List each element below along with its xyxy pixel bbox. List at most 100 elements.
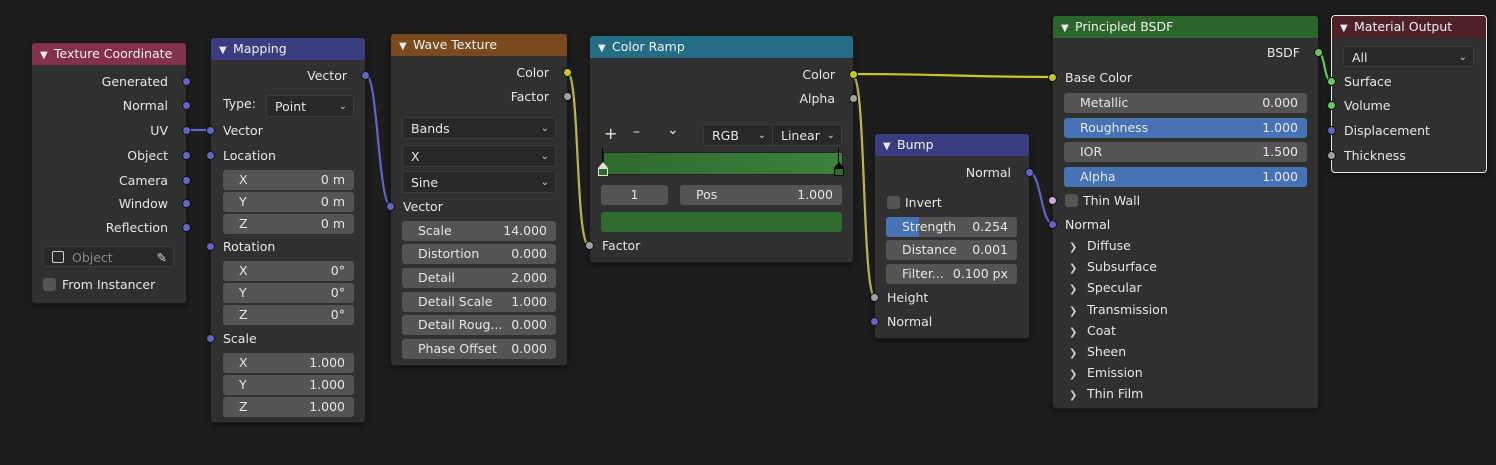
node-header[interactable]: ▼ Bump [875, 134, 1029, 156]
collapse-chevron-icon[interactable]: ▼ [1340, 18, 1354, 40]
collapse-chevron-icon[interactable]: ▼ [1061, 18, 1075, 40]
type-dropdown[interactable]: Point ⌄ [266, 95, 354, 117]
node-header[interactable]: ▼ Mapping [211, 38, 365, 60]
shader-socket-icon[interactable] [1314, 48, 1323, 57]
shader-socket-icon[interactable] [1327, 101, 1336, 110]
vector-socket-icon[interactable] [182, 101, 191, 110]
detail-roughness-field[interactable]: Detail Roug... 0.000 [402, 315, 556, 335]
ramp-menu-button[interactable]: ⌄ [667, 122, 679, 138]
distortion-field[interactable]: Distortion 0.000 [402, 244, 556, 264]
principled-bsdf-node[interactable]: ▼ Principled BSDF BSDF Base Color Metalli… [1048, 15, 1323, 409]
vector-socket-icon[interactable] [870, 317, 879, 326]
object-picker-field[interactable]: Object ✎ [43, 246, 174, 267]
mapping-node[interactable]: ▼ Mapping Vector Type: Point ⌄ Vector Loca… [206, 37, 370, 423]
texture-coordinate-node[interactable]: ▼ Texture Coordinate Generated Normal UV … [31, 42, 191, 304]
float-socket-icon[interactable] [849, 94, 858, 103]
panel-thin-film[interactable]: ❯ Thin Film [1069, 384, 1143, 404]
render-target-dropdown[interactable]: All ⌄ [1343, 46, 1474, 67]
float-socket-icon[interactable] [563, 92, 572, 101]
from-instancer-checkbox[interactable]: From Instancer [32, 275, 186, 295]
collapse-chevron-icon[interactable]: ▼ [598, 38, 612, 60]
panel-emission[interactable]: ❯ Emission [1069, 363, 1143, 383]
float-socket-icon[interactable] [870, 293, 879, 302]
panel-sheen[interactable]: ❯ Sheen [1069, 342, 1126, 362]
location-z-field[interactable]: Z 0 m [223, 214, 354, 234]
alpha-field[interactable]: Alpha 1.000 [1064, 167, 1307, 187]
stop-index-field[interactable]: 1 [601, 185, 668, 205]
stop-color-swatch[interactable] [601, 212, 842, 232]
detail-field[interactable]: Detail 2.000 [402, 268, 556, 288]
checkbox[interactable] [1065, 194, 1078, 207]
rotation-z-field[interactable]: Z 0° [223, 305, 354, 325]
wave-texture-node[interactable]: ▼ Wave Texture Color Factor Bands ⌄ X ⌄ Sin… [386, 33, 572, 366]
color-ramp-node[interactable]: ▼ Color Ramp Color Alpha + – ⌄ RGB ⌄ Linea… [585, 35, 858, 263]
vector-socket-icon[interactable] [206, 126, 215, 135]
vector-socket-icon[interactable] [182, 126, 191, 135]
vector-socket-icon[interactable] [206, 242, 215, 251]
vector-socket-icon[interactable] [1048, 220, 1057, 229]
interpolation-dropdown[interactable]: Linear ⌄ [772, 124, 842, 146]
vector-socket-icon[interactable] [182, 151, 191, 160]
vector-socket-icon[interactable] [1025, 168, 1034, 177]
stop-position-field[interactable]: Pos 1.000 [680, 185, 842, 205]
panel-transmission[interactable]: ❯ Transmission [1069, 300, 1168, 320]
scale-field[interactable]: Scale 14.000 [402, 221, 556, 241]
vector-socket-icon[interactable] [386, 202, 395, 211]
node-header[interactable]: ▼ Color Ramp [590, 36, 853, 58]
float-socket-icon[interactable] [585, 241, 594, 250]
checkbox[interactable] [887, 196, 900, 209]
ramp-stop-left[interactable] [598, 148, 608, 176]
node-header[interactable]: ▼ Wave Texture [391, 34, 567, 56]
invert-checkbox[interactable]: Invert [875, 193, 1029, 213]
scale-z-field[interactable]: Z 1.000 [223, 397, 354, 417]
panel-diffuse[interactable]: ❯ Diffuse [1069, 236, 1131, 256]
scale-y-field[interactable]: Y 1.000 [223, 375, 354, 395]
collapse-chevron-icon[interactable]: ▼ [883, 136, 897, 158]
color-mode-dropdown[interactable]: RGB ⌄ [703, 124, 773, 146]
phase-offset-field[interactable]: Phase Offset 0.000 [402, 339, 556, 359]
wave-type-dropdown[interactable]: Bands ⌄ [402, 117, 556, 139]
rotation-x-field[interactable]: X 0° [223, 261, 354, 281]
vector-socket-icon[interactable] [182, 77, 191, 86]
vector-socket-icon[interactable] [206, 334, 215, 343]
remove-stop-button[interactable]: – [633, 124, 640, 140]
distance-field[interactable]: Distance 0.001 [886, 240, 1017, 260]
roughness-field[interactable]: Roughness 1.000 [1064, 118, 1307, 138]
direction-dropdown[interactable]: X ⌄ [402, 145, 556, 167]
panel-subsurface[interactable]: ❯ Subsurface [1069, 257, 1157, 277]
detail-scale-field[interactable]: Detail Scale 1.000 [402, 292, 556, 312]
vector-socket-icon[interactable] [182, 223, 191, 232]
material-output-node[interactable]: ▼ Material Output All ⌄ Surface Volume Dis… [1327, 15, 1487, 173]
collapse-chevron-icon[interactable]: ▼ [219, 40, 233, 62]
filter-width-field[interactable]: Filter... 0.100 px [886, 264, 1017, 284]
eyedropper-icon[interactable]: ✎ [157, 247, 167, 268]
strength-field[interactable]: Strength 0.254 [886, 217, 1017, 237]
vector-socket-icon[interactable] [1327, 126, 1336, 135]
node-header[interactable]: ▼ Principled BSDF [1053, 16, 1318, 38]
vector-socket-icon[interactable] [206, 151, 215, 160]
panel-coat[interactable]: ❯ Coat [1069, 321, 1116, 341]
add-stop-button[interactable]: + [604, 124, 617, 143]
metallic-field[interactable]: Metallic 0.000 [1064, 93, 1307, 113]
vector-socket-icon[interactable] [182, 176, 191, 185]
color-socket-icon[interactable] [849, 70, 858, 79]
rotation-y-field[interactable]: Y 0° [223, 283, 354, 303]
vector-socket-icon[interactable] [182, 199, 191, 208]
node-header[interactable]: ▼ Texture Coordinate [32, 43, 186, 65]
color-ramp-gradient[interactable] [603, 152, 843, 175]
checkbox[interactable] [43, 278, 56, 291]
scale-x-field[interactable]: X 1.000 [223, 353, 354, 373]
profile-dropdown[interactable]: Sine ⌄ [402, 171, 556, 193]
location-x-field[interactable]: X 0 m [223, 170, 354, 190]
panel-specular[interactable]: ❯ Specular [1069, 278, 1142, 298]
collapse-chevron-icon[interactable]: ▼ [40, 45, 54, 67]
bump-node[interactable]: ▼ Bump Normal Invert Strength 0.254 Distan… [870, 133, 1034, 339]
boolean-socket-icon[interactable] [1048, 196, 1057, 205]
thin-wall-checkbox[interactable]: Thin Wall [1048, 191, 1318, 211]
color-socket-icon[interactable] [563, 68, 572, 77]
ior-field[interactable]: IOR 1.500 [1064, 142, 1307, 162]
vector-socket-icon[interactable] [361, 71, 370, 80]
shader-socket-icon[interactable] [1327, 77, 1336, 86]
ramp-stop-right[interactable] [834, 148, 844, 176]
color-socket-icon[interactable] [1048, 73, 1057, 82]
